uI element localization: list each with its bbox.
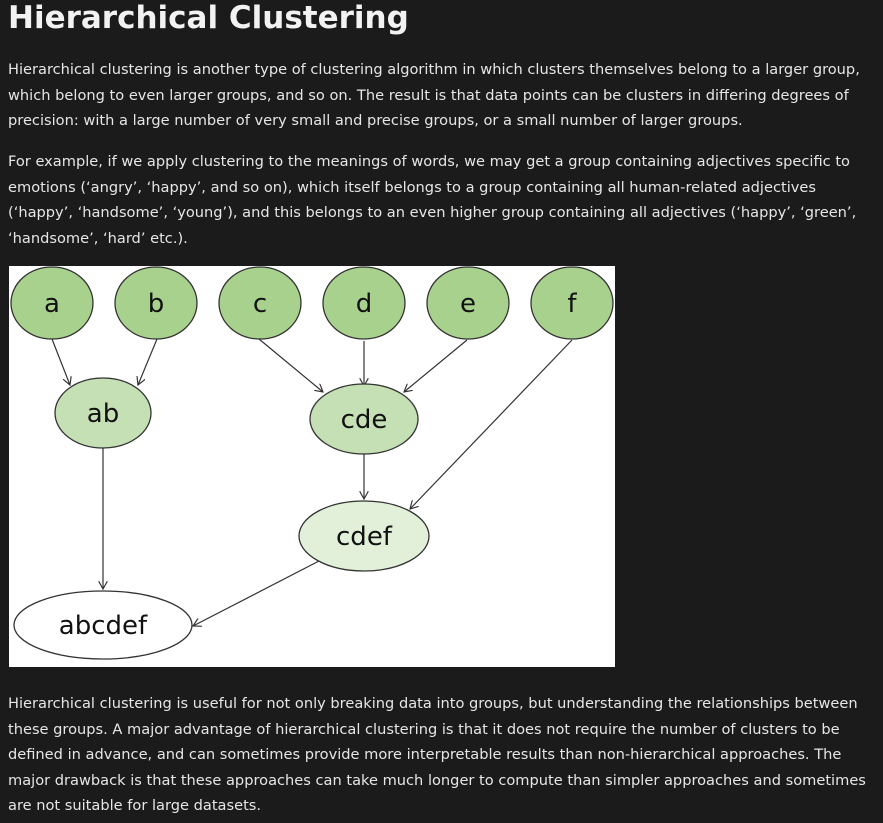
node-f: f	[530, 266, 614, 340]
node-b-label: b	[148, 289, 165, 319]
edge-f-cdef	[410, 339, 573, 509]
hierarchy-diagram: a b c d e f ab cde cdef abcdef	[9, 266, 615, 667]
edge-b-ab	[138, 338, 158, 385]
intro-paragraph: Hierarchical clustering is another type …	[8, 61, 860, 129]
advantages-paragraph: Hierarchical clustering is useful for no…	[8, 695, 866, 814]
hierarchy-diagram-svg: a b c d e f ab cde cdef abcdef	[10, 266, 614, 660]
page-title: Hierarchical Clustering	[8, 0, 409, 36]
node-d: d	[322, 266, 406, 340]
node-a: a	[10, 266, 94, 340]
node-cde: cde	[309, 383, 419, 455]
node-cde-label: cde	[341, 405, 388, 435]
node-ab: ab	[54, 377, 152, 449]
edge-cdef-abcdef	[193, 560, 320, 626]
node-b: b	[114, 266, 198, 340]
edge-c-cde	[258, 338, 323, 392]
node-c-label: c	[253, 289, 267, 319]
example-paragraph: For example, if we apply clustering to t…	[8, 153, 857, 247]
node-f-label: f	[567, 289, 577, 319]
node-abcdef-label: abcdef	[59, 611, 148, 641]
edge-e-cde	[404, 339, 468, 392]
node-a-label: a	[44, 289, 60, 319]
node-e: e	[426, 266, 510, 340]
node-d-label: d	[356, 289, 373, 319]
node-cdef-label: cdef	[336, 522, 393, 552]
node-e-label: e	[460, 289, 476, 319]
node-cdef: cdef	[298, 500, 430, 572]
node-c: c	[218, 266, 302, 340]
edge-a-ab	[51, 338, 70, 385]
node-ab-label: ab	[87, 399, 119, 429]
node-abcdef: abcdef	[13, 590, 193, 660]
